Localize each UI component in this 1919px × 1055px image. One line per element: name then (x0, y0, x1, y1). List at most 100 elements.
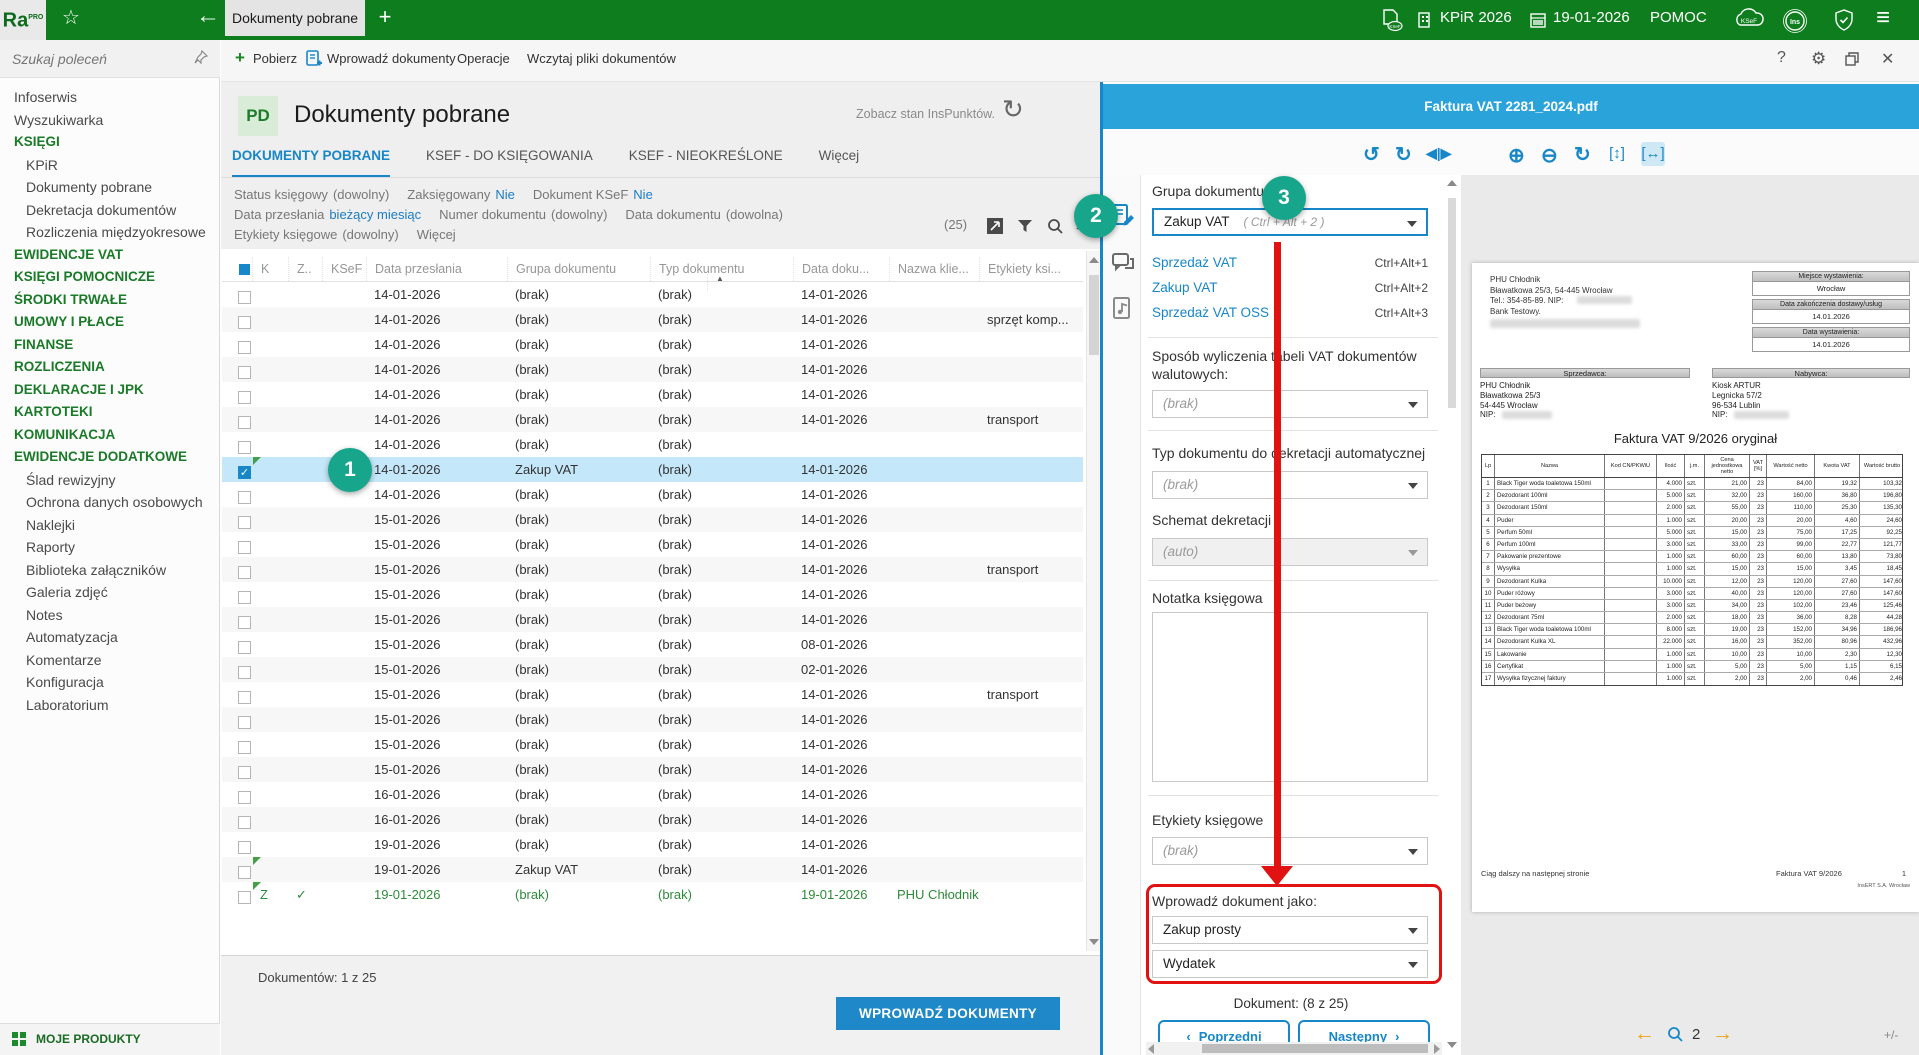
sidebar-item[interactable]: Raporty (0, 536, 220, 559)
table-row[interactable]: 19-01-2026 (brak) (brak) 14-01-2026 (222, 832, 1083, 857)
sidebar-item[interactable]: Galeria zdjęć (0, 581, 220, 604)
row-checkbox[interactable] (238, 691, 251, 704)
table-scrollbar[interactable] (1086, 251, 1100, 951)
row-checkbox[interactable] (238, 866, 251, 879)
col-data-dokumentu[interactable]: Data doku... (793, 257, 889, 281)
table-row[interactable]: 14-01-2026 (brak) (brak) 14-01-2026 sprz… (222, 307, 1083, 332)
reload-preview-icon[interactable]: ↻ (1574, 142, 1591, 167)
main-menu-icon[interactable]: ≡ (1876, 4, 1890, 32)
form-vertical-scrollbar[interactable] (1446, 180, 1458, 1048)
wprowadz-dokumenty-button[interactable]: Wprowadź dokumenty (327, 51, 456, 66)
page-number[interactable]: 2 (1692, 1026, 1700, 1043)
table-row[interactable]: 15-01-2026 (brak) (brak) 14-01-2026 (222, 507, 1083, 532)
gear-icon[interactable]: ⚙ (1811, 49, 1826, 69)
row-checkbox[interactable] (238, 716, 251, 729)
shield-check-icon[interactable] (1832, 8, 1856, 32)
group-shortcut-row[interactable]: Zakup VATCtrl+Alt+2 (1152, 275, 1428, 300)
row-checkbox[interactable] (238, 591, 251, 604)
page-zoom-icon[interactable] (1666, 1025, 1684, 1043)
row-checkbox[interactable] (238, 841, 251, 854)
sidebar-item[interactable]: KARTOTEKI (0, 401, 220, 424)
filter-chip[interactable]: Numer dokumentu(dowolny) (439, 207, 607, 222)
ksef-cloud-icon[interactable]: KSeF (1732, 8, 1766, 32)
row-checkbox[interactable] (238, 291, 251, 304)
table-row[interactable]: 15-01-2026 (brak) (brak) 14-01-2026 (222, 707, 1083, 732)
row-checkbox[interactable] (238, 491, 251, 504)
sidebar-item[interactable]: UMOWY I PŁACE (0, 311, 220, 334)
command-search[interactable] (0, 40, 220, 78)
row-checkbox[interactable] (238, 441, 251, 454)
help-menu[interactable]: POMOC (1650, 9, 1707, 26)
next-page-icon[interactable]: → (1712, 1022, 1733, 1046)
row-checkbox[interactable] (238, 616, 251, 629)
refresh-icon[interactable]: ↻ (1002, 94, 1024, 125)
previous-page-icon[interactable]: ← (1634, 1022, 1655, 1046)
table-row[interactable]: 14-01-2026 (brak) (brak) 14-01-2026 (222, 382, 1083, 407)
sidebar-item[interactable]: Komentarze (0, 649, 220, 672)
sidebar-item[interactable]: Automatyzacja (0, 626, 220, 649)
table-row[interactable]: 15-01-2026 (brak) (brak) 14-01-2026 (222, 757, 1083, 782)
table-row[interactable]: 15-01-2026 (brak) (brak) 14-01-2026 (222, 582, 1083, 607)
sidebar-item[interactable]: EWIDENCJE VAT (0, 244, 220, 267)
maximize-icon[interactable] (1845, 52, 1859, 66)
row-checkbox[interactable] (238, 366, 251, 379)
col-data-przeslania[interactable]: Data przesłania (366, 257, 507, 281)
sidebar-item[interactable]: KOMUNIKACJA (0, 424, 220, 447)
sidebar-item[interactable]: Biblioteka załączników (0, 559, 220, 582)
active-window-tab[interactable]: Dokumenty pobrane (225, 0, 365, 36)
split-view-icon[interactable]: ◀|▶ (1426, 145, 1451, 162)
sidebar-item[interactable]: Laboratorium (0, 694, 220, 717)
filter-chip[interactable]: Data dokumentu(dowolna) (625, 207, 783, 222)
col-etykiety[interactable]: Etykiety ksi... (979, 257, 1083, 281)
table-row[interactable]: Z ✓ 19-01-2026 (brak) (brak) 19-01-2026 … (222, 882, 1083, 907)
row-checkbox[interactable] (238, 566, 251, 579)
table-row[interactable]: 14-01-2026 (brak) (brak) 14-01-2026 (222, 332, 1083, 357)
col-nazwa[interactable]: Nazwa klie... (889, 257, 979, 281)
filter-chip[interactable]: Etykiety księgowe(dowolny) (234, 227, 399, 242)
sidebar-item[interactable]: KSIĘGI (0, 131, 220, 154)
sidebar-item[interactable]: ROZLICZENIA (0, 356, 220, 379)
table-row[interactable]: 19-01-2026 Zakup VAT (brak) 14-01-2026 (222, 857, 1083, 882)
fit-height-icon[interactable]: [↕] (1605, 142, 1629, 166)
scrollbar-thumb[interactable] (1089, 275, 1099, 355)
row-checkbox[interactable] (238, 466, 251, 479)
view-tab[interactable]: KSEF - NIEOKREŚLONE (629, 148, 783, 178)
sidebar-item[interactable]: Wyszukiwarka (0, 109, 220, 132)
col-k[interactable]: K (252, 257, 288, 281)
table-row[interactable]: 15-01-2026 (brak) (brak) 14-01-2026 tran… (222, 557, 1083, 582)
table-row[interactable]: 16-01-2026 (brak) (brak) 14-01-2026 (222, 782, 1083, 807)
insert-as-type-select[interactable]: Zakup prosty (1152, 916, 1428, 944)
active-company-label[interactable]: KPiR 2026 (1440, 9, 1512, 26)
table-row[interactable]: 15-01-2026 (brak) (brak) 14-01-2026 tran… (222, 682, 1083, 707)
command-search-input[interactable] (12, 47, 182, 71)
row-checkbox[interactable] (238, 791, 251, 804)
table-row[interactable]: 16-01-2026 (brak) (brak) 14-01-2026 (222, 807, 1083, 832)
sidebar-item[interactable]: Konfiguracja (0, 671, 220, 694)
row-checkbox[interactable] (238, 341, 251, 354)
sidebar-item[interactable]: ŚRODKI TRWAŁE (0, 289, 220, 312)
row-checkbox[interactable] (238, 766, 251, 779)
table-row[interactable]: 15-01-2026 (brak) (brak) 14-01-2026 (222, 532, 1083, 557)
filter-chip[interactable]: Dokument KSeFNie (533, 187, 653, 202)
new-tab-button[interactable]: + (365, 0, 405, 36)
col-ksef[interactable]: KSeF (322, 257, 366, 281)
sidebar-item[interactable]: Dokumenty pobrane (0, 176, 220, 199)
row-checkbox[interactable] (238, 416, 251, 429)
comments-icon[interactable] (1111, 251, 1135, 275)
pdf-page[interactable]: PHU Chłodnik Bławatkowa 25/3, 54-445 Wro… (1472, 263, 1919, 912)
sidebar-item[interactable]: Rozliczenia międzyokresowe (0, 221, 220, 244)
table-row[interactable]: 14-01-2026 (brak) (brak) 14-01-2026 tran… (222, 407, 1083, 432)
export-image-icon[interactable] (986, 217, 1004, 235)
view-tab[interactable]: DOKUMENTY POBRANE (232, 148, 390, 178)
close-icon[interactable]: ✕ (1881, 49, 1894, 69)
row-checkbox[interactable] (238, 891, 251, 904)
insert-as-category-select[interactable]: Wydatek (1152, 950, 1428, 978)
app-logo[interactable]: RaPRO (0, 0, 46, 40)
sidebar-item[interactable]: DEKLARACJE I JPK (0, 379, 220, 402)
row-checkbox[interactable] (238, 741, 251, 754)
sidebar-item[interactable]: KSIĘGI POMOCNICZE (0, 266, 220, 289)
doc-type-select[interactable]: (brak) (1152, 471, 1428, 499)
table-row[interactable]: 15-01-2026 (brak) (brak) 14-01-2026 (222, 732, 1083, 757)
header-select-all[interactable] (222, 257, 252, 281)
sidebar-item[interactable]: Naklejki (0, 514, 220, 537)
